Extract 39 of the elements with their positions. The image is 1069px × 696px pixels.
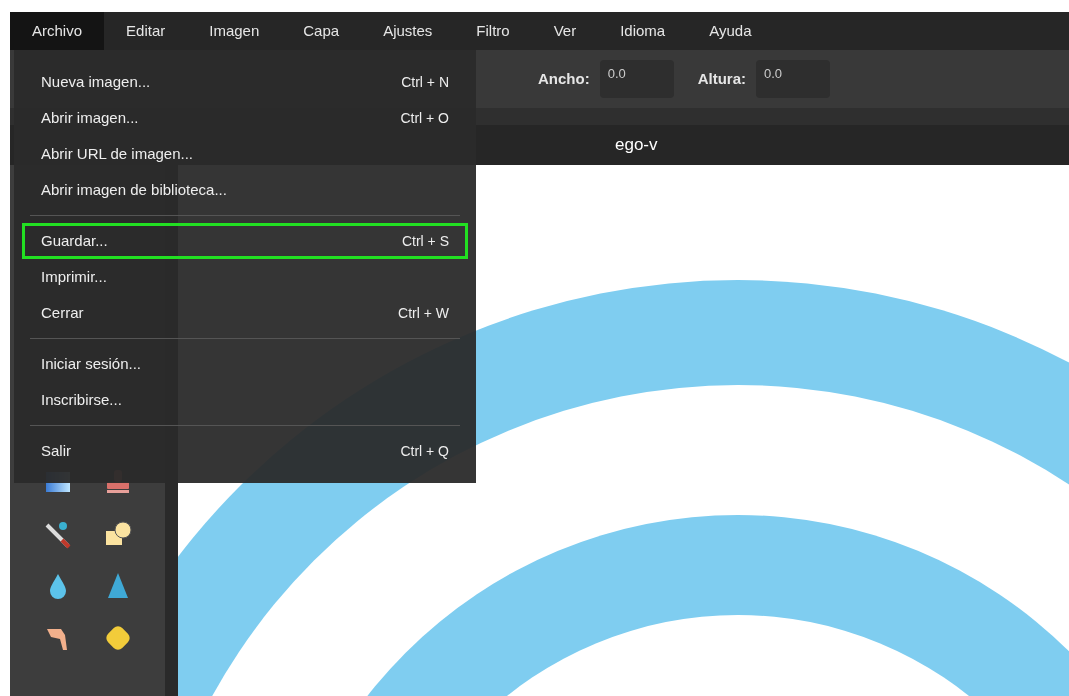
- entry-label: Salir: [41, 440, 71, 461]
- document-tab[interactable]: ego-v: [615, 132, 658, 158]
- menu-item[interactable]: Capa: [281, 12, 362, 50]
- menu-entry[interactable]: Salir Ctrl + Q: [22, 433, 468, 469]
- menu-entry[interactable]: Inscribirse...: [22, 382, 468, 418]
- shortcut-label: Ctrl + S: [401, 231, 449, 251]
- menu-item[interactable]: Ayuda: [687, 12, 774, 50]
- menu-entry[interactable]: Abrir imagen... Ctrl + O: [22, 100, 468, 136]
- menu-entry[interactable]: Nueva imagen... Ctrl + N: [22, 64, 468, 100]
- entry-label: Iniciar sesión...: [41, 353, 142, 374]
- menu-item[interactable]: Ajustes: [361, 12, 455, 50]
- menu-entry[interactable]: Imprimir...: [22, 259, 468, 295]
- shortcut-label: Ctrl + N: [401, 72, 449, 92]
- entry-label: Inscribirse...: [41, 389, 122, 410]
- entry-label: Abrir imagen...: [41, 107, 139, 128]
- entry-label: Imprimir...: [41, 266, 107, 287]
- entry-label: Abrir imagen de biblioteca...: [41, 179, 227, 200]
- width-field[interactable]: 0.0: [599, 60, 674, 98]
- height-label: Altura:: [697, 68, 746, 89]
- entry-label: Abrir URL de imagen...: [41, 143, 193, 164]
- menu-item[interactable]: Editar: [104, 12, 188, 50]
- shortcut-label: Ctrl + W: [398, 303, 449, 323]
- menu-item[interactable]: Ver: [531, 12, 599, 50]
- menu-entry[interactable]: Guardar... Ctrl + S: [22, 223, 468, 259]
- menu-item[interactable]: Imagen: [187, 12, 282, 50]
- menu-item[interactable]: Archivo: [10, 12, 105, 50]
- width-label: Ancho:: [538, 68, 590, 89]
- menu-item[interactable]: Idioma: [598, 12, 688, 50]
- shortcut-label: Ctrl + O: [400, 108, 449, 128]
- menu-entry[interactable]: Cerrar Ctrl + W: [22, 295, 468, 331]
- shortcut-label: Ctrl + Q: [400, 441, 449, 461]
- menu-entry[interactable]: Abrir imagen de biblioteca...: [22, 172, 468, 208]
- menu-item[interactable]: Filtro: [454, 12, 532, 50]
- menu-entry[interactable]: Iniciar sesión...: [22, 346, 468, 382]
- menu-entry[interactable]: Abrir URL de imagen...: [22, 136, 468, 172]
- entry-label: Cerrar: [41, 302, 84, 323]
- entry-label: Guardar...: [41, 230, 108, 251]
- height-field[interactable]: 0.0: [756, 60, 830, 98]
- entry-label: Nueva imagen...: [41, 71, 151, 92]
